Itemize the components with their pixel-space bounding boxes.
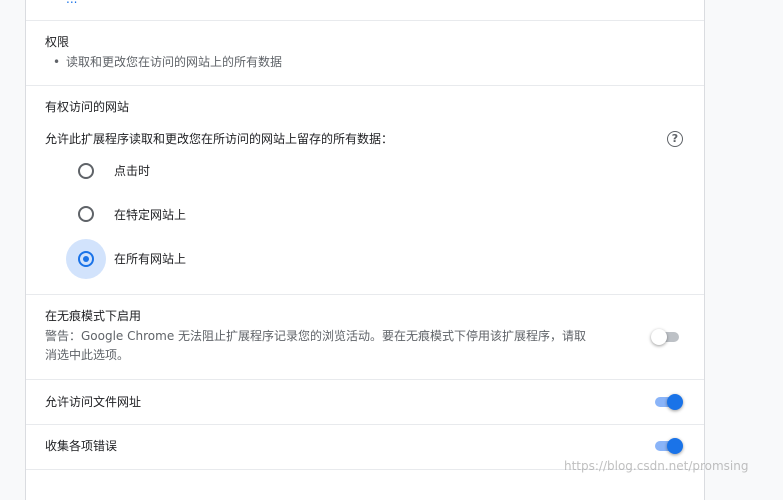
watermark: https://blog.csdn.net/promsing — [564, 459, 749, 473]
help-icon[interactable]: ? — [667, 131, 683, 147]
top-link[interactable]: ... — [66, 0, 77, 8]
divider — [26, 294, 704, 295]
divider — [26, 424, 704, 425]
divider — [26, 85, 704, 86]
toggle-knob — [667, 438, 683, 454]
toggle-knob — [651, 329, 667, 345]
radio-button[interactable] — [78, 206, 94, 222]
toggle-knob — [667, 394, 683, 410]
extension-details-card: ... 权限 • 读取和更改您在访问的网站上的所有数据 有权访问的网站 允许此扩… — [25, 0, 705, 500]
collect-errors-title: 收集各项错误 — [45, 439, 118, 453]
site-access-title: 有权访问的网站 — [45, 100, 130, 114]
radio-option-on-click[interactable]: 点击时 — [66, 151, 666, 191]
radio-option-specific-sites[interactable]: 在特定网站上 — [66, 194, 666, 234]
radio-option-all-sites[interactable]: 在所有网站上 — [66, 239, 666, 279]
incognito-toggle[interactable] — [651, 328, 681, 346]
incognito-title: 在无痕模式下启用 — [45, 309, 142, 323]
permissions-item: 读取和更改您在访问的网站上的所有数据 — [66, 55, 283, 69]
radio-label: 点击时 — [114, 164, 151, 178]
permissions-bullet: • — [53, 55, 61, 69]
file-urls-toggle[interactable] — [653, 393, 683, 411]
radio-button[interactable] — [78, 163, 94, 179]
collect-errors-toggle[interactable] — [653, 437, 683, 455]
permissions-title: 权限 — [45, 35, 70, 49]
incognito-warning-cont: 消选中此选项。 — [45, 348, 130, 362]
radio-label: 在特定网站上 — [114, 208, 187, 222]
radio-label: 在所有网站上 — [114, 252, 187, 266]
site-access-description: 允许此扩展程序读取和更改您在所访问的网站上留存的所有数据： — [45, 132, 394, 146]
incognito-warning: 警告：Google Chrome 无法阻止扩展程序记录您的浏览活动。要在无痕模式… — [45, 329, 587, 343]
file-urls-title: 允许访问文件网址 — [45, 395, 142, 409]
divider — [26, 20, 704, 21]
divider — [26, 379, 704, 380]
radio-button-selected[interactable] — [78, 251, 94, 267]
